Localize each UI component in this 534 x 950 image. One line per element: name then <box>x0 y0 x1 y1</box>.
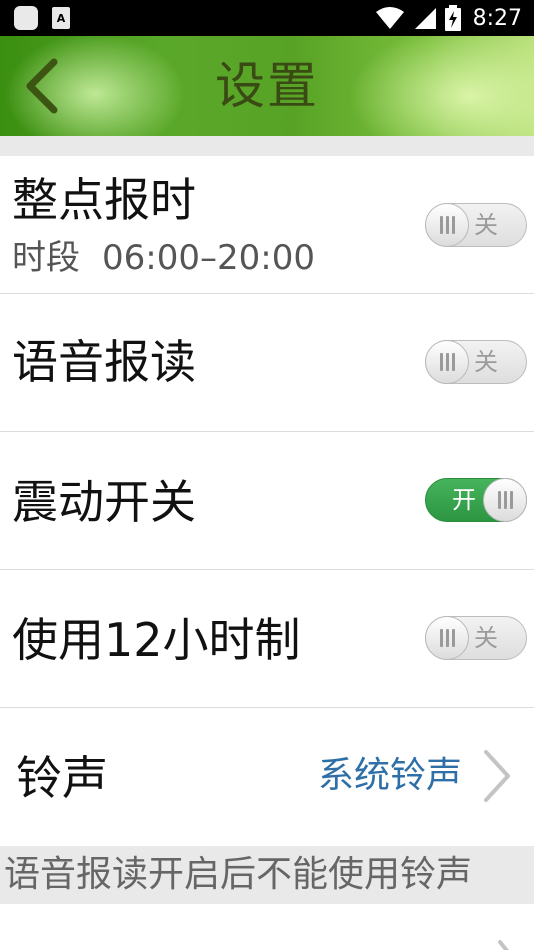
setting-row-vibration[interactable]: 震动开关 开 <box>0 432 534 570</box>
setting-title: 语音报读 <box>12 335 196 389</box>
note-text: 语音报读开启后不能使用铃声 <box>4 854 473 895</box>
setting-row-12-hour[interactable]: 使用12小时制 关 <box>0 570 534 708</box>
hourly-chime-toggle[interactable]: 关 <box>425 203 527 247</box>
setting-title: 震动开关 <box>12 475 196 529</box>
toggle-knob <box>483 478 527 522</box>
time-range-label: 时段 <box>12 238 80 278</box>
setting-subtitle: 时段 06:00–20:00 <box>12 236 315 280</box>
toggle-state-label: 关 <box>474 348 498 376</box>
toggle-state-label: 关 <box>474 624 498 652</box>
time-range-value: 06:00–20:00 <box>102 238 315 278</box>
chevron-right-icon <box>498 940 509 950</box>
page-title: 设置 <box>215 57 319 115</box>
voice-readout-toggle[interactable]: 关 <box>425 340 527 384</box>
setting-title: 整点报时 <box>12 173 196 227</box>
vibration-toggle[interactable]: 开 <box>425 478 527 522</box>
chevron-right-icon <box>484 750 510 802</box>
cell-signal-icon <box>414 8 436 29</box>
toggle-knob <box>425 203 469 247</box>
toggle-knob <box>425 616 469 660</box>
header: 设置 <box>0 36 534 136</box>
info-note: 语音报读开启后不能使用铃声 <box>0 846 534 904</box>
ringtone-value: 系统铃声 <box>317 755 462 796</box>
setting-row-ringtone[interactable]: 铃声 系统铃声 <box>0 708 534 846</box>
battery-charging-icon <box>444 5 461 31</box>
clock: 8:27 <box>472 5 522 31</box>
setting-row-voice-readout[interactable]: 语音报读 关 <box>0 294 534 432</box>
setting-title: 使用12小时制 <box>12 613 301 667</box>
section-divider <box>0 136 534 156</box>
setting-row-hourly-chime[interactable]: 整点报时 时段 06:00–20:00 关 <box>0 156 534 294</box>
status-bar: A 8:27 <box>0 0 534 36</box>
toggle-state-label: 关 <box>474 211 498 239</box>
wifi-icon <box>375 7 404 29</box>
setting-title: 铃声 <box>16 751 108 805</box>
toggle-knob <box>425 340 469 384</box>
12-hour-toggle[interactable]: 关 <box>425 616 527 660</box>
setting-row-partial[interactable] <box>0 904 534 950</box>
toggle-state-label: 开 <box>452 486 476 514</box>
app-notification-icon <box>14 6 38 30</box>
font-app-icon: A <box>52 7 70 29</box>
